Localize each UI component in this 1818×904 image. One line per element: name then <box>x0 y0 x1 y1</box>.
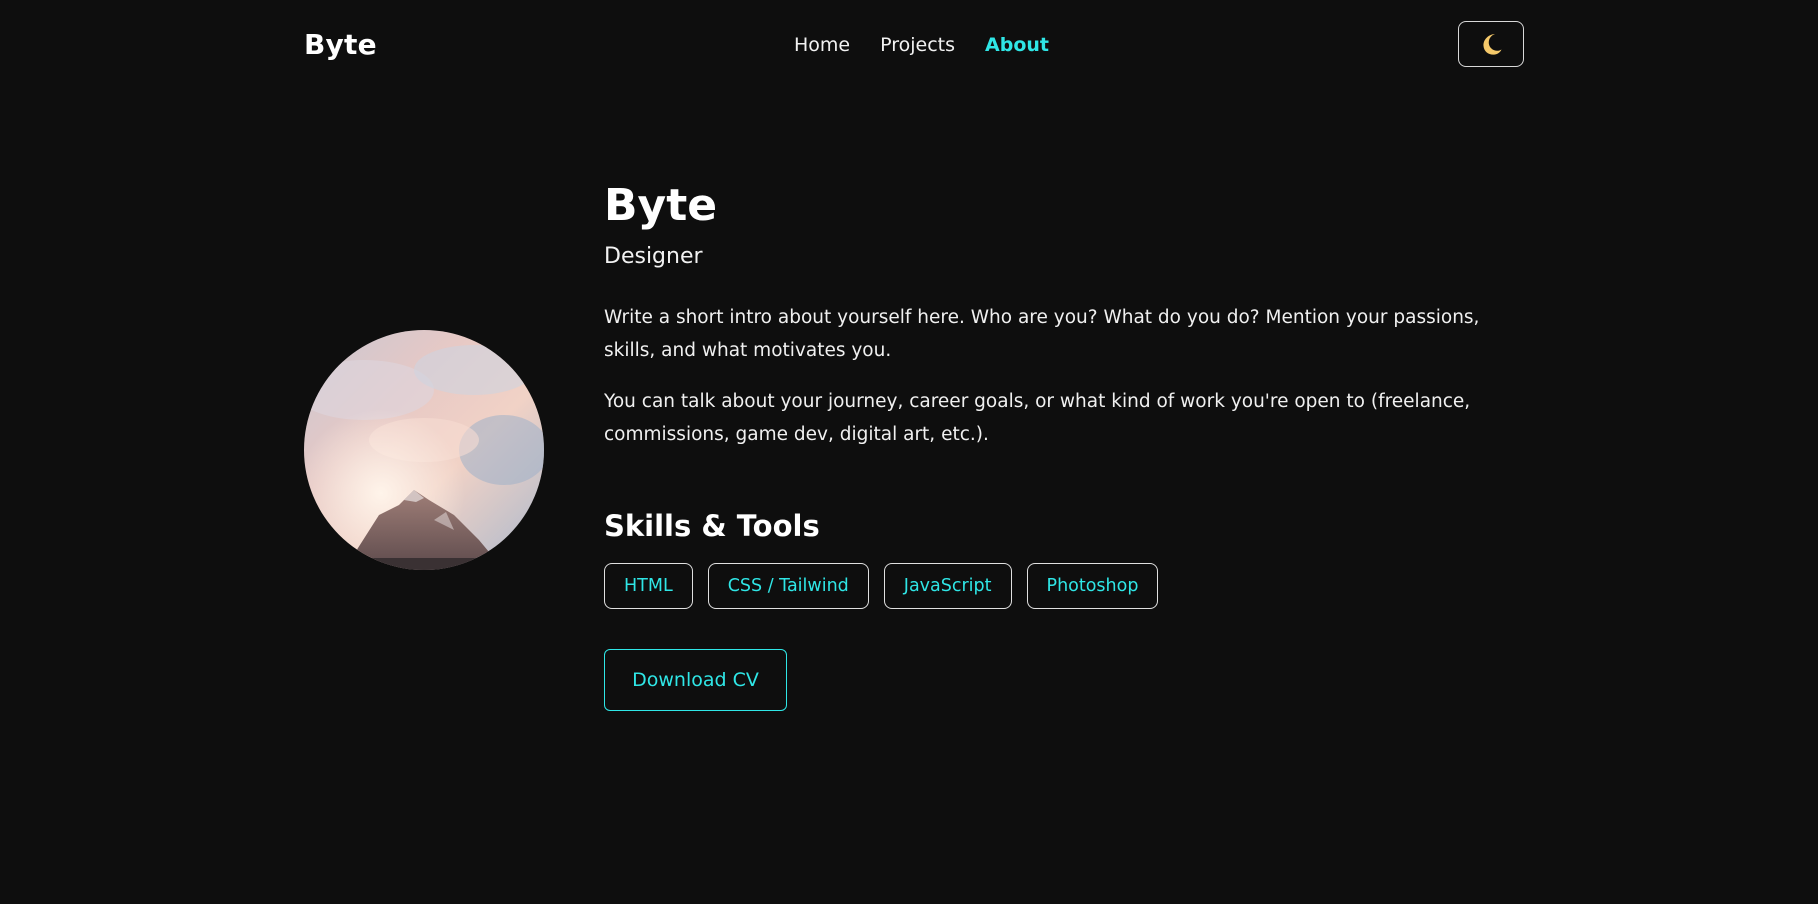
site-header: Byte Home Projects About <box>304 20 1524 68</box>
role-subtitle: Designer <box>604 244 703 269</box>
brand-logo[interactable]: Byte <box>304 28 377 61</box>
skills-list: HTML CSS / Tailwind JavaScript Photoshop <box>604 563 1524 609</box>
skill-chip-html: HTML <box>604 563 693 609</box>
skill-chip-photoshop: Photoshop <box>1026 563 1159 609</box>
skill-chip-css: CSS / Tailwind <box>707 563 869 609</box>
nav-about[interactable]: About <box>985 34 1049 56</box>
page-title: Byte <box>604 180 718 231</box>
intro-paragraph-1: Write a short intro about yourself here.… <box>604 307 1480 361</box>
main-nav: Home Projects About <box>794 34 1049 56</box>
nav-projects[interactable]: Projects <box>880 34 955 56</box>
moon-icon <box>1483 34 1502 55</box>
download-cv-button[interactable]: Download CV <box>604 649 787 711</box>
about-page: Byte Home Projects About Byte Designer W… <box>0 0 1818 904</box>
about-content: Byte Designer Write a short intro about … <box>604 180 1524 711</box>
avatar <box>304 330 544 570</box>
theme-toggle-button[interactable] <box>1458 21 1524 67</box>
intro-paragraph-2: You can talk about your journey, career … <box>604 391 1471 445</box>
avatar-photo <box>304 330 544 570</box>
nav-home[interactable]: Home <box>794 34 850 56</box>
skill-chip-javascript: JavaScript <box>883 563 1012 609</box>
skills-heading: Skills & Tools <box>604 509 820 543</box>
